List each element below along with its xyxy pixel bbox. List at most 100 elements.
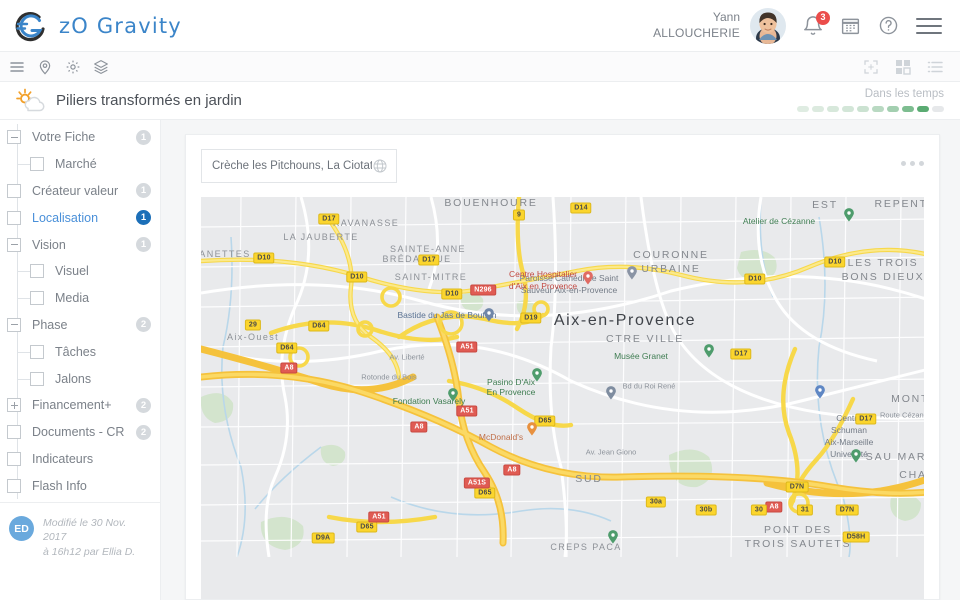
checkbox[interactable] — [7, 183, 21, 198]
question-mark-circle-icon[interactable] — [878, 15, 900, 37]
checkbox[interactable] — [30, 344, 44, 359]
road-shield: A8 — [410, 421, 428, 433]
road-shield: 30 — [750, 504, 768, 516]
creps-green-pin[interactable] — [608, 530, 619, 544]
checkbox[interactable] — [30, 291, 44, 306]
mcdonalds-orange-pin[interactable] — [527, 422, 538, 436]
map-canvas[interactable]: Aix-en-Provence CTRE VILLE COURONNE URBAINE… — [201, 197, 924, 599]
bastide-blue-pin[interactable] — [484, 308, 495, 322]
collapse-icon[interactable] — [7, 317, 21, 332]
sidebar-item-financement[interactable]: Financement+ 2 — [0, 391, 160, 419]
road-shield: A8 — [503, 464, 521, 476]
geo-search-field[interactable] — [201, 149, 397, 183]
road-shield: 30b — [695, 504, 717, 516]
road-shield: D64 — [276, 342, 298, 354]
user-given-name: Yann — [712, 9, 740, 24]
gravity-g-logo-icon — [14, 9, 48, 43]
user-name: Yann ALLOUCHERIE — [653, 10, 740, 42]
three-dots-menu-icon[interactable] — [901, 149, 924, 166]
sidebar-item-cr-ateur-valeur[interactable]: Créateur valeur 1 — [0, 177, 160, 205]
sidebar-item-label: Documents - CR — [32, 425, 125, 440]
cezanne-green-pin[interactable] — [844, 208, 855, 222]
item-count-badge: 1 — [136, 183, 151, 199]
sidebar-item-flash-info[interactable]: Flash Info — [0, 472, 160, 500]
sidebar-item-indicateurs[interactable]: Indicateurs — [0, 445, 160, 473]
progress-dashes — [797, 105, 944, 112]
checkbox[interactable] — [30, 157, 44, 172]
sidebar-item-label: Marché — [55, 157, 97, 172]
location-pin-icon[interactable] — [36, 58, 54, 76]
grid-view-icon[interactable] — [894, 58, 912, 76]
sidebar-item-visuel[interactable]: Visuel — [0, 257, 160, 285]
collapse-icon[interactable] — [7, 130, 21, 145]
road-shield: D17 — [418, 254, 440, 266]
sidebar-item-phase[interactable]: Phase 2 — [0, 311, 160, 339]
checkbox[interactable] — [7, 478, 21, 493]
progress-dash-9 — [917, 105, 929, 112]
collapse-icon[interactable] — [7, 237, 21, 252]
sidebar-item-localisation[interactable]: Localisation 1 — [0, 204, 160, 232]
gear-icon[interactable] — [64, 58, 82, 76]
expand-fullscreen-icon[interactable] — [862, 58, 880, 76]
calendar-icon[interactable] — [840, 15, 862, 37]
train-blue-pin[interactable] — [815, 385, 826, 399]
progress-dash-6 — [872, 105, 884, 112]
item-count-badge: 2 — [136, 424, 151, 440]
cathedral-pin[interactable] — [627, 266, 638, 280]
casino-green-pin[interactable] — [532, 368, 543, 382]
progress-dash-7 — [887, 105, 899, 112]
sidebar-item-jalons[interactable]: Jalons — [0, 365, 160, 392]
checkbox[interactable] — [7, 210, 21, 225]
tree-elbow — [17, 271, 30, 273]
user-menu[interactable]: Yann ALLOUCHERIE — [653, 7, 786, 44]
map-base-layer — [201, 197, 924, 557]
road-shield: D14 — [570, 202, 592, 214]
progress-dash-8 — [902, 105, 914, 112]
road-shield: 29 — [244, 319, 262, 331]
avatar[interactable] — [750, 7, 786, 44]
hospital-pin[interactable] — [583, 271, 594, 285]
hamburger-menu-icon[interactable] — [916, 17, 942, 34]
sidebar-item-media[interactable]: Media — [0, 284, 160, 312]
sidebar-item-label: Phase — [32, 317, 68, 332]
sidebar-item-march[interactable]: Marché — [0, 150, 160, 178]
museum-green-pin[interactable] — [704, 344, 715, 358]
checkbox[interactable] — [30, 264, 44, 279]
transit-blue-pin[interactable] — [606, 386, 617, 400]
checkbox[interactable] — [7, 451, 21, 466]
user-family-name: ALLOUCHERIE — [653, 25, 740, 40]
body-wrapper: Votre Fiche 1 Marché Créateur valeur 1 Locali… — [0, 120, 960, 600]
university-green-pin[interactable] — [851, 449, 862, 463]
list-view-icon[interactable] — [926, 58, 944, 76]
checkbox[interactable] — [30, 371, 44, 386]
localisation-card: Aix-en-ProvenceCTRE VILLECOURONNEURBAINE… — [185, 134, 940, 600]
item-count-badge: 1 — [136, 237, 151, 253]
sidebar-item-label: Flash Info — [32, 478, 87, 493]
checkbox[interactable] — [7, 425, 21, 440]
item-count-badge: 1 — [136, 129, 151, 145]
road-shield: A51 — [456, 341, 478, 353]
hamburger-menu-icon[interactable] — [8, 58, 26, 76]
sidebar-item-t-ches[interactable]: Tâches — [0, 338, 160, 366]
vasarely-green-pin[interactable] — [448, 388, 459, 402]
sidebar-item-vision[interactable]: Vision 1 — [0, 231, 160, 258]
tree-elbow — [17, 351, 30, 353]
sidebar-item-label: Visuel — [55, 264, 89, 279]
road-shield: D10 — [744, 273, 766, 285]
status-badge: Dans les temps — [864, 88, 944, 101]
bell-icon[interactable]: 3 — [802, 10, 830, 37]
expand-icon[interactable] — [7, 398, 21, 413]
sidebar-item-votre-fiche[interactable]: Votre Fiche 1 — [0, 124, 160, 151]
globe-icon[interactable] — [372, 158, 388, 174]
sidebar-item-label: Media — [55, 291, 90, 306]
sidebar-tree: Votre Fiche 1 Marché Créateur valeur 1 Locali… — [0, 124, 160, 500]
road-shield: 9 — [512, 209, 526, 221]
progress-dash-4 — [842, 105, 854, 112]
search-input[interactable] — [212, 160, 372, 172]
map-viewport[interactable]: Aix-en-Provence CTRE VILLE COURONNE URBAINE… — [201, 197, 924, 599]
road-shield: N296 — [470, 284, 496, 296]
road-shield: D58H — [842, 531, 870, 543]
brand-logo[interactable]: zO Gravity — [14, 9, 182, 43]
layers-icon[interactable] — [92, 58, 110, 76]
sidebar-item-documents-cr[interactable]: Documents - CR 2 — [0, 418, 160, 446]
